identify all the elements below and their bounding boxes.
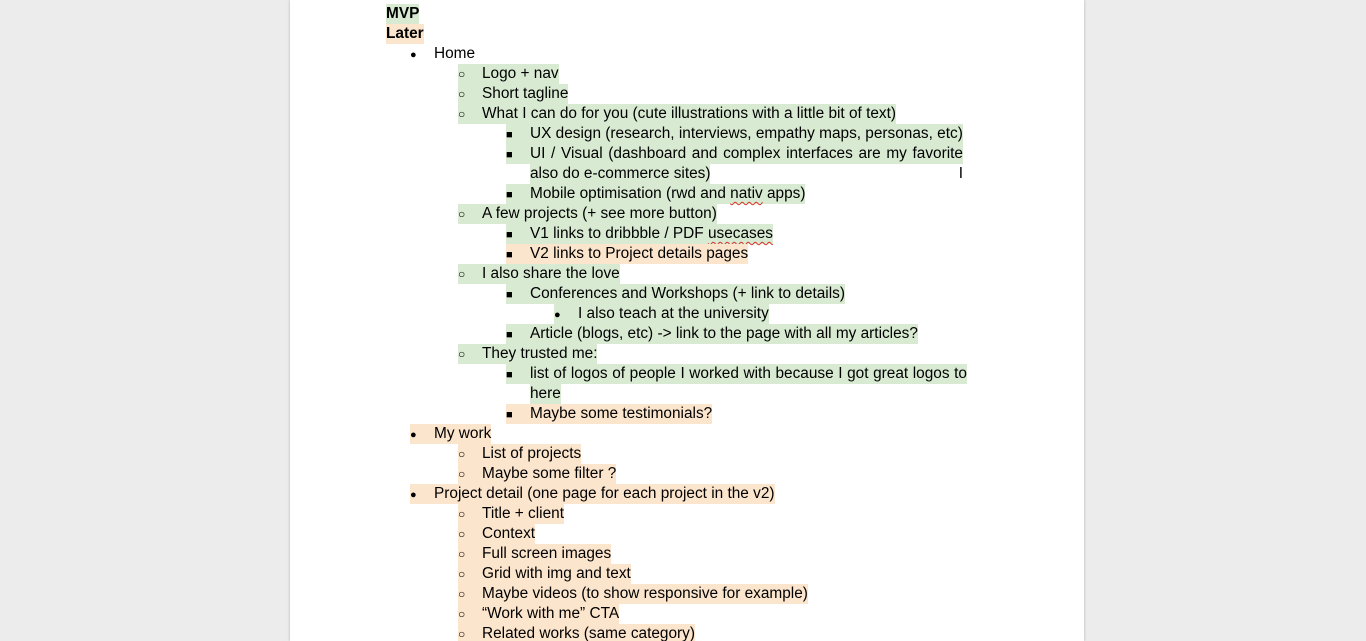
document-page[interactable]: MVP Later Home Logo + nav Short tagline … <box>290 0 1084 641</box>
disc-bullet-icon <box>410 424 434 445</box>
list-item-text: Short tagline <box>482 85 569 102</box>
circle-bullet-icon <box>458 264 482 284</box>
list-item-text: Maybe some filter ? <box>482 465 617 482</box>
list-item-text: “Work with me” CTA <box>482 605 620 622</box>
list-item-text: Grid with img and text <box>482 565 631 582</box>
list-item: Title + client <box>458 504 564 524</box>
list-item-text: V2 links to Project details pages <box>530 245 749 262</box>
square-bullet-icon <box>506 284 530 305</box>
list-item: Related works (same category) <box>458 624 695 641</box>
circle-bullet-icon <box>458 604 482 624</box>
square-bullet-icon <box>506 244 530 265</box>
list-item-text: UX design (research, interviews, empathy… <box>530 125 963 142</box>
list-item: List of projects <box>458 444 582 464</box>
list-item: Maybe some testimonials? <box>506 404 713 425</box>
list-item: list of logos of people I worked with be… <box>506 364 967 402</box>
list-item-text: V1 links to dribbble / PDF usecases <box>530 225 773 242</box>
list-item-text: Maybe videos (to show responsive for exa… <box>482 585 808 602</box>
disc-bullet-icon <box>410 44 434 65</box>
circle-bullet-icon <box>458 64 482 84</box>
list-item-text: Conferences and Workshops (+ link to det… <box>530 285 845 302</box>
list-item: I also share the love <box>458 264 620 284</box>
list-item: UI / Visual (dashboard and complex inter… <box>506 144 963 182</box>
list-item: Context <box>458 524 536 544</box>
circle-bullet-icon <box>458 584 482 604</box>
docs-workspace: MVP Later Home Logo + nav Short tagline … <box>0 0 1366 641</box>
square-bullet-icon <box>506 364 530 385</box>
list-item-text: Article (blogs, etc) -> link to the page… <box>530 325 918 342</box>
list-item-text: What I can do for you (cute illustration… <box>482 105 897 122</box>
square-bullet-icon <box>506 404 530 425</box>
square-bullet-icon <box>506 184 530 205</box>
list-item-text: They trusted me: <box>482 345 598 362</box>
circle-bullet-icon <box>458 564 482 584</box>
circle-bullet-icon <box>458 464 482 484</box>
list-item-continuation: here <box>530 384 561 404</box>
list-item: They trusted me: <box>458 344 598 364</box>
list-item-text: List of projects <box>482 445 582 462</box>
disc-bullet-icon <box>410 484 434 505</box>
square-bullet-icon <box>506 124 530 145</box>
list-item: What I can do for you (cute illustration… <box>458 104 897 124</box>
spelling-error[interactable]: nativ <box>730 185 763 202</box>
list-item-text: Home <box>434 45 476 62</box>
list-item-text: Title + client <box>482 505 564 522</box>
square-bullet-icon <box>506 224 530 245</box>
list-item-text: Mobile optimisation (rwd and nativ apps) <box>530 185 806 202</box>
list-item-continuation: also do e-commerce sites) <box>530 164 711 184</box>
list-item-home: Home <box>410 44 475 64</box>
square-bullet-icon <box>506 144 530 165</box>
list-item: “Work with me” CTA <box>458 604 620 624</box>
list-item-text: also do e-commerce sites) <box>530 165 711 182</box>
list-item: Maybe videos (to show responsive for exa… <box>458 584 808 604</box>
list-item-text: A few projects (+ see more button) <box>482 205 717 222</box>
circle-bullet-icon <box>458 504 482 524</box>
disc-bullet-icon <box>554 304 578 325</box>
list-item: A few projects (+ see more button) <box>458 204 717 224</box>
list-item: Conferences and Workshops (+ link to det… <box>506 284 845 304</box>
list-item: Article (blogs, etc) -> link to the page… <box>506 324 918 344</box>
list-item: V1 links to dribbble / PDF usecases <box>506 224 773 244</box>
list-item: Logo + nav <box>458 64 559 84</box>
list-item-my-work: My work <box>410 424 492 445</box>
list-item-text: My work <box>434 425 492 442</box>
circle-bullet-icon <box>458 524 482 544</box>
circle-bullet-icon <box>458 344 482 364</box>
list-item: Full screen images <box>458 544 612 564</box>
list-item-text: Related works (same category) <box>482 625 695 641</box>
list-item-text: Project detail (one page for each projec… <box>434 485 775 502</box>
list-item: Maybe some filter ? <box>458 464 617 484</box>
list-item-text: Full screen images <box>482 545 612 562</box>
square-bullet-icon <box>506 324 530 345</box>
list-item: UX design (research, interviews, empathy… <box>506 124 963 144</box>
list-item-text: Context <box>482 525 536 542</box>
list-item-text: list of logos of people I worked with be… <box>530 365 967 402</box>
circle-bullet-icon <box>458 104 482 124</box>
list-item-text: Logo + nav <box>482 65 559 82</box>
circle-bullet-icon <box>458 444 482 464</box>
list-item-text: I also share the love <box>482 265 620 282</box>
list-item: Short tagline <box>458 84 569 104</box>
list-item: Mobile optimisation (rwd and nativ apps) <box>506 184 806 205</box>
legend-mvp: MVP <box>386 4 420 24</box>
legend-later: Later <box>386 24 424 44</box>
list-item-text: Maybe some testimonials? <box>530 405 713 422</box>
list-item-text: I also teach at the university <box>578 305 769 322</box>
circle-bullet-icon <box>458 624 482 641</box>
list-item-text: here <box>530 385 561 402</box>
list-item: Grid with img and text <box>458 564 631 584</box>
list-item-project-detail: Project detail (one page for each projec… <box>410 484 775 504</box>
list-item: V2 links to Project details pages <box>506 244 749 265</box>
circle-bullet-icon <box>458 84 482 104</box>
list-item: I also teach at the university <box>554 304 769 324</box>
circle-bullet-icon <box>458 204 482 224</box>
circle-bullet-icon <box>458 544 482 564</box>
spelling-error[interactable]: usecases <box>708 225 773 242</box>
